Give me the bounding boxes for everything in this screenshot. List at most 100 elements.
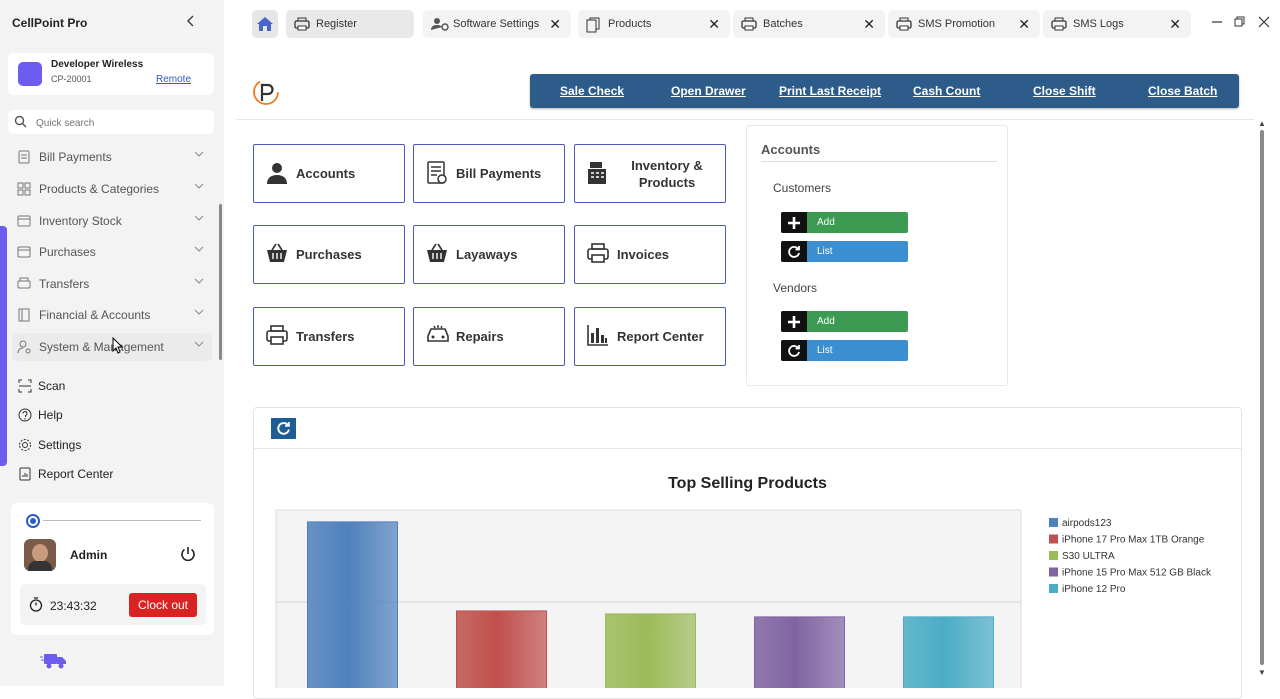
legend-label-1: iPhone 17 Pro Max 1TB Orange [1062,535,1205,546]
close-icon[interactable]: ✕ [708,16,720,33]
close-icon[interactable]: ✕ [1169,16,1181,33]
printer-icon [294,17,310,34]
tile-purchases[interactable]: Purchases [253,225,405,284]
sidebar-item-bill-payments[interactable]: Bill Payments [12,143,212,171]
remote-link[interactable]: Remote [156,74,191,85]
bar-2 [605,613,696,688]
store-card[interactable]: Developer Wireless CP-20001 Remote [8,53,214,95]
sidebar-item-inventory-stock[interactable]: Inventory Stock [12,207,212,235]
tab-products[interactable]: Products ✕ [578,10,730,38]
panel-title: Accounts [761,142,821,157]
clock-out-button[interactable]: Clock out [129,593,197,617]
sidebar-item-financial-accounts[interactable]: Financial & Accounts [12,301,212,329]
tile-transfers[interactable]: Transfers [253,307,405,366]
legend-swatch-1 [1049,534,1058,544]
printer-icon [266,324,288,349]
search-input[interactable] [34,113,208,133]
chevron-down-icon [194,149,204,162]
sidebar-item-purchases[interactable]: Purchases [12,238,212,266]
help-icon [18,408,32,425]
close-icon[interactable]: ✕ [549,16,561,33]
tile-label: Report Center [617,329,704,344]
plus-icon [781,311,807,332]
sidebar-item-label: Purchases [39,245,96,259]
minimize-icon[interactable] [1211,16,1223,31]
scroll-down-arrow-icon[interactable]: ▼ [1258,668,1266,677]
sidebar-link-label: Report Center [38,467,114,481]
chevron-down-icon [194,181,204,194]
tile-label: Purchases [296,247,362,262]
legend-swatch-2 [1049,551,1058,560]
main-scrollbar[interactable] [1260,130,1264,665]
sale-check-link[interactable]: Sale Check [560,84,624,98]
bar-4 [903,616,994,688]
user-gear-icon [17,340,31,357]
refresh-chart-button[interactable] [271,418,296,439]
button-label: Add [817,316,835,327]
bar-3 [754,616,845,688]
legend-label-2: S30 ULTRA [1062,551,1115,562]
open-drawer-link[interactable]: Open Drawer [671,84,746,98]
tab-register[interactable]: Register [286,10,414,38]
tile-label: Bill Payments [456,166,542,181]
tab-label: Software Settings [453,18,540,30]
close-batch-link[interactable]: Close Batch [1148,84,1217,98]
accounts-panel: Accounts Customers Add List Vendors Add … [746,125,1008,386]
add-vendor-button[interactable]: Add [781,311,908,332]
tile-bill-payments[interactable]: Bill Payments [413,144,565,203]
mouse-cursor-icon [112,336,124,358]
tile-label: Repairs [456,329,504,344]
power-icon[interactable] [179,545,197,566]
tile-accounts[interactable]: Accounts [253,144,405,203]
tab-software-settings[interactable]: Software Settings ✕ [423,10,571,38]
sidebar-item-label: Inventory Stock [39,214,122,228]
avatar [24,539,56,571]
restore-icon[interactable] [1234,16,1246,31]
tile-label: Inventory & Products [631,157,703,190]
slider-track[interactable] [43,520,201,521]
tab-label: Register [316,18,357,30]
sidebar-item-label: Products & Categories [39,182,160,196]
delivery-truck-icon[interactable] [40,651,68,674]
sidebar-item-label: Transfers [39,277,90,291]
window-close-icon[interactable] [1258,16,1270,31]
grid-icon [17,182,31,199]
top-selling-chart-card: Top Selling Products airpods123 iPhone 17… [253,407,1242,699]
close-shift-link[interactable]: Close Shift [1033,84,1096,98]
basket-icon [426,242,448,267]
tab-sms-promotion[interactable]: SMS Promotion ✕ [888,10,1040,38]
store-name: Developer Wireless [51,59,144,70]
add-customer-button[interactable]: Add [781,212,908,233]
sidebar-item-products-categories[interactable]: Products & Categories [12,175,212,203]
tile-layaways[interactable]: Layaways [413,225,565,284]
tab-batches[interactable]: Batches ✕ [733,10,885,38]
sidebar-link-label: Settings [38,438,82,452]
list-customers-button[interactable]: List [781,241,908,262]
slider-handle[interactable] [26,514,40,528]
tile-repairs[interactable]: Repairs [413,307,565,366]
tile-invoices[interactable]: Invoices [574,225,726,284]
bar-chart: airpods123 iPhone 17 Pro Max 1TB Orange S3… [275,509,1212,688]
button-label: List [817,246,833,257]
tile-report-center[interactable]: Report Center [574,307,726,366]
refresh-icon [781,241,807,262]
chevron-down-icon [194,276,204,289]
list-vendors-button[interactable]: List [781,340,908,361]
close-icon[interactable]: ✕ [1018,16,1030,33]
print-last-receipt-link[interactable]: Print Last Receipt [779,84,881,98]
tab-sms-logs[interactable]: SMS Logs ✕ [1043,10,1191,38]
printer-icon [1051,17,1067,34]
cash-register-icon [587,161,609,188]
scroll-up-arrow-icon[interactable]: ▲ [1258,119,1266,128]
accent-bar [0,226,7,466]
home-tab[interactable] [252,10,278,38]
sidebar-scrollbar[interactable] [219,204,222,360]
close-icon[interactable]: ✕ [863,16,875,33]
customers-label: Customers [773,181,832,195]
tile-inventory-products[interactable]: Inventory & Products [574,144,726,203]
quick-search[interactable] [8,110,214,134]
collapse-sidebar-icon[interactable] [186,14,196,30]
action-bar: Sale Check Open Drawer Print Last Receip… [530,74,1239,108]
cash-count-link[interactable]: Cash Count [913,84,980,98]
sidebar-item-transfers[interactable]: Transfers [12,270,212,298]
